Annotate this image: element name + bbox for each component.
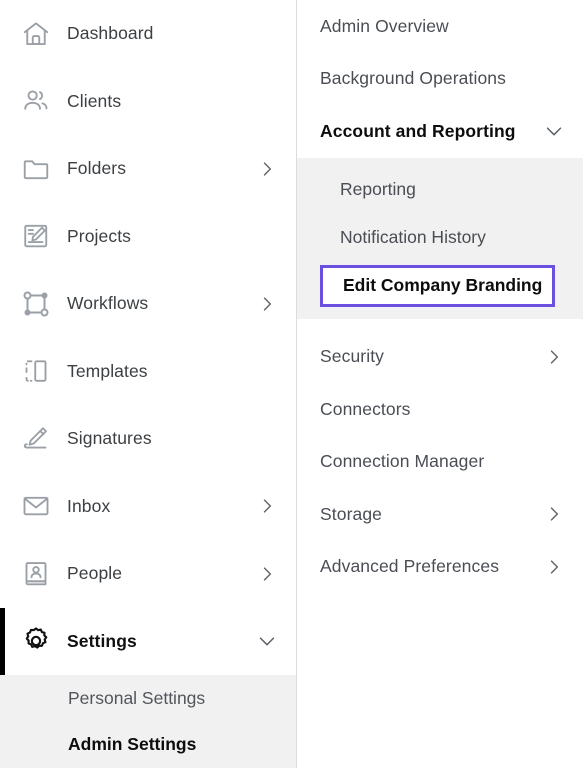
admin-subitem-edit-company-branding[interactable]: Edit Company Branding (320, 264, 555, 307)
settings-submenu: Personal Settings Admin Settings (0, 675, 296, 768)
signature-icon (19, 422, 53, 456)
chevron-down-icon[interactable] (543, 120, 565, 142)
inbox-icon (19, 489, 53, 523)
admin-subitem-label: Edit Company Branding (343, 275, 543, 295)
sidebar-subitem-admin-settings[interactable]: Admin Settings (0, 721, 296, 767)
admin-subitem-label: Reporting (340, 179, 416, 199)
sidebar-subitem-personal-settings[interactable]: Personal Settings (0, 675, 296, 721)
sidebar-item-inbox[interactable]: Inbox (0, 473, 296, 541)
sidebar-item-label: Settings (67, 630, 137, 651)
sidebar-item-clients[interactable]: Clients (0, 68, 296, 136)
admin-item-admin-overview[interactable]: Admin Overview (297, 0, 583, 53)
workflows-icon (19, 287, 53, 321)
projects-icon (19, 219, 53, 253)
chevron-right-icon[interactable] (256, 495, 278, 517)
sidebar-item-projects[interactable]: Projects (0, 203, 296, 271)
admin-item-advanced-preferences[interactable]: Advanced Preferences (297, 541, 583, 594)
sidebar-item-label: People (67, 563, 123, 584)
chevron-right-icon[interactable] (543, 503, 565, 525)
sidebar-item-people[interactable]: People (0, 540, 296, 608)
sidebar-item-templates[interactable]: Templates (0, 338, 296, 406)
admin-settings-panel: Admin Overview Background Operations Acc… (297, 0, 583, 768)
admin-subitem-reporting[interactable]: Reporting (320, 166, 555, 214)
sidebar-item-label: Inbox (67, 495, 111, 516)
templates-icon (19, 354, 53, 388)
sidebar-item-signatures[interactable]: Signatures (0, 405, 296, 473)
sidebar-item-label: Clients (67, 90, 122, 111)
sidebar-item-workflows[interactable]: Workflows (0, 270, 296, 338)
admin-item-label: Connection Manager (320, 451, 485, 472)
sidebar-item-label: Dashboard (67, 23, 154, 44)
admin-item-label: Admin Overview (320, 15, 449, 36)
admin-item-connection-manager[interactable]: Connection Manager (297, 436, 583, 489)
admin-subitem-notification-history[interactable]: Notification History (320, 214, 555, 262)
sidebar-item-label: Workflows (67, 293, 149, 314)
admin-item-label: Account and Reporting (320, 120, 516, 141)
admin-item-label: Storage (320, 503, 382, 524)
admin-item-storage[interactable]: Storage (297, 488, 583, 541)
admin-item-label: Background Operations (320, 68, 506, 89)
sidebar-item-label: Projects (67, 225, 132, 246)
chevron-right-icon[interactable] (256, 293, 278, 315)
people-icon (19, 557, 53, 591)
admin-item-label: Connectors (320, 398, 411, 419)
admin-item-label: Advanced Preferences (320, 556, 500, 577)
admin-item-account-and-reporting[interactable]: Account and Reporting (297, 105, 583, 158)
sidebar-subitem-label: Personal Settings (68, 687, 206, 708)
sidebar-item-settings[interactable]: Settings (0, 607, 296, 676)
home-icon (19, 17, 53, 51)
admin-item-security[interactable]: Security (297, 331, 583, 384)
admin-subitem-label: Notification History (340, 227, 486, 247)
admin-settings-navigation: Dashboard Clients Folders Projects Workf… (0, 0, 583, 768)
admin-item-label: Security (320, 346, 385, 367)
sidebar-item-label: Signatures (67, 428, 152, 449)
folder-icon (19, 152, 53, 186)
sidebar-item-folders[interactable]: Folders (0, 135, 296, 203)
chevron-right-icon[interactable] (256, 563, 278, 585)
admin-item-connectors[interactable]: Connectors (297, 383, 583, 436)
sidebar-item-label: Folders (67, 158, 127, 179)
admin-item-background-operations[interactable]: Background Operations (297, 53, 583, 106)
account-and-reporting-submenu: Reporting Notification History Edit Comp… (297, 157, 583, 319)
chevron-right-icon[interactable] (543, 346, 565, 368)
sidebar-item-dashboard[interactable]: Dashboard (0, 0, 296, 68)
sidebar-nav-list: Dashboard Clients Folders Projects Workf… (0, 0, 296, 768)
chevron-right-icon[interactable] (543, 556, 565, 578)
chevron-down-icon[interactable] (256, 630, 278, 652)
chevron-right-icon[interactable] (256, 158, 278, 180)
main-sidebar: Dashboard Clients Folders Projects Workf… (0, 0, 297, 768)
gear-icon (19, 624, 53, 658)
clients-icon (19, 84, 53, 118)
panel-spacer (297, 319, 583, 331)
sidebar-item-label: Templates (67, 360, 148, 381)
sidebar-subitem-label: Admin Settings (68, 733, 197, 754)
